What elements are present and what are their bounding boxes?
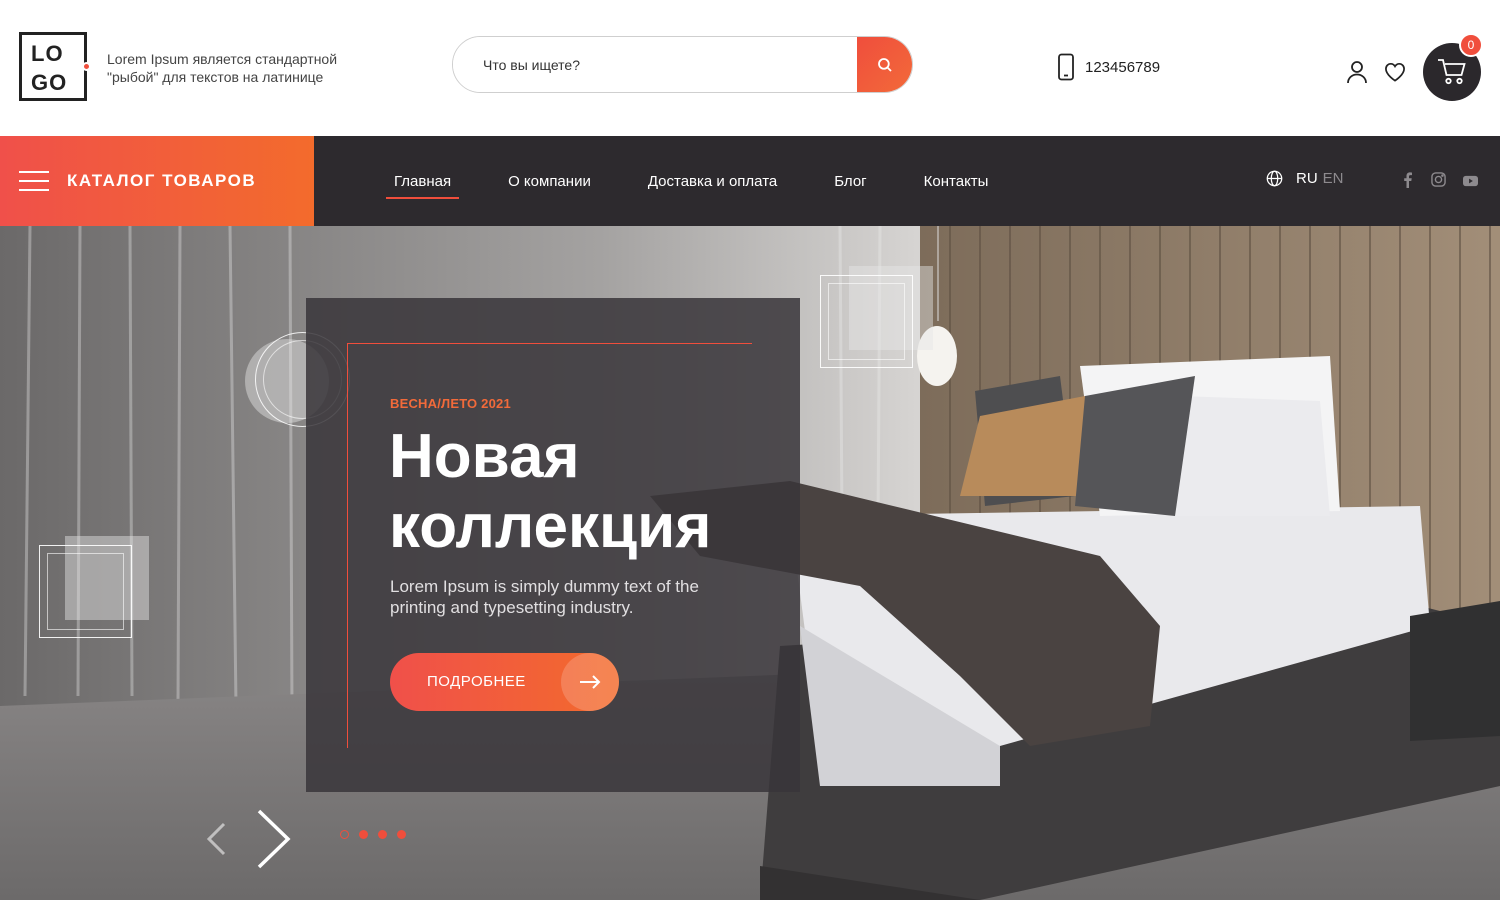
menu-item-contacts[interactable]: Контакты (916, 165, 997, 198)
hero-subtitle: Lorem Ipsum is simply dummy text of the … (390, 577, 699, 617)
language-switcher: RU EN (1266, 170, 1344, 187)
youtube-icon[interactable] (1463, 175, 1478, 187)
heart-icon[interactable] (1384, 62, 1406, 82)
cart-button[interactable]: 0 (1423, 33, 1483, 101)
logo-line1: LO (31, 41, 64, 66)
decor-square-inner (828, 283, 905, 360)
search-button[interactable] (857, 37, 912, 92)
globe-icon (1266, 170, 1283, 187)
phone-number: 123456789 (1085, 58, 1161, 76)
main-menu: Главная О компании Доставка и оплата Бло… (386, 136, 1037, 226)
arrow-right-icon (561, 653, 619, 711)
decor-square-inner-left (47, 553, 124, 630)
instagram-icon[interactable] (1431, 172, 1446, 187)
more-button[interactable]: ПОДРОБНЕЕ (390, 653, 619, 711)
search-input[interactable] (453, 37, 859, 92)
slider-dot-1[interactable] (340, 830, 349, 839)
catalog-label: КАТАЛОГ ТОВАРОВ (67, 171, 257, 190)
cart-count-badge: 0 (1459, 33, 1483, 57)
catalog-button[interactable]: КАТАЛОГ ТОВАРОВ (0, 136, 314, 226)
hero-season-label: ВЕСНА/ЛЕТО 2021 (390, 396, 511, 411)
hero-title-line1: Новая (389, 422, 580, 491)
main-navbar: КАТАЛОГ ТОВАРОВ Главная О компании Доста… (0, 136, 1500, 226)
slider-dot-2[interactable] (359, 830, 368, 839)
mobile-phone-icon (1058, 53, 1074, 81)
panel-accent-line-horizontal (347, 343, 752, 344)
hero-title-line2: коллекция (389, 492, 712, 561)
hero-slider: ВЕСНА/ЛЕТО 2021 Новая коллекция Lorem Ip… (0, 226, 1500, 900)
hero-title: Новая коллекция (389, 422, 789, 562)
search-bar (452, 36, 913, 93)
burger-menu-icon (19, 171, 49, 191)
slider-prev-icon[interactable] (205, 822, 227, 856)
logo-dot (82, 62, 91, 71)
menu-item-delivery[interactable]: Доставка и оплата (640, 165, 785, 198)
tagline: Lorem Ipsum является стандартной "рыбой"… (107, 51, 338, 85)
menu-item-home[interactable]: Главная (386, 165, 460, 199)
slider-dot-3[interactable] (378, 830, 387, 839)
search-icon (877, 57, 892, 72)
user-icon[interactable] (1346, 60, 1368, 84)
slider-dot-4[interactable] (397, 830, 406, 839)
lang-ru[interactable]: RU (1296, 170, 1318, 187)
header: LO GO Lorem Ipsum является стандартной "… (0, 0, 1500, 136)
facebook-icon[interactable] (1403, 172, 1412, 188)
phone-contact[interactable]: 123456789 (1057, 53, 1160, 81)
lang-en[interactable]: EN (1323, 170, 1344, 187)
logo[interactable]: LO GO (19, 32, 91, 101)
slider-pagination (340, 830, 406, 839)
menu-item-blog[interactable]: Блог (826, 165, 874, 198)
cart-icon (1438, 59, 1466, 85)
logo-line2: GO (31, 70, 68, 95)
panel-accent-line-vertical (347, 343, 348, 748)
more-button-label: ПОДРОБНЕЕ (427, 673, 526, 690)
slider-next-icon[interactable] (256, 808, 292, 870)
menu-item-about[interactable]: О компании (500, 165, 599, 198)
